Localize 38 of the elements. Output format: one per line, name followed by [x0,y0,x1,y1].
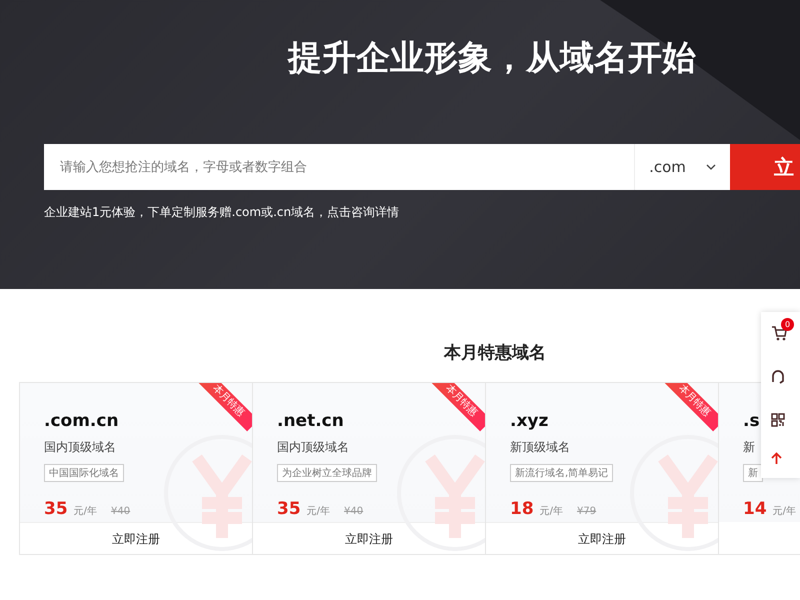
domain-name: .net.cn [277,411,344,431]
cart-count-badge: 0 [781,318,794,331]
price: 18 [510,499,534,519]
domain-tag: 中国国际化域名 [44,464,124,482]
domain-name: .com.cn [44,411,119,431]
yen-coin-icon [162,433,252,553]
price-unit: 元/年 [74,505,98,518]
banner-title: 提升企业形象，从域名开始 [288,37,696,80]
domain-type: 新顶级域名 [510,439,570,456]
domain-type: 国内顶级域名 [44,439,116,456]
domain-type: 新 [743,439,755,456]
price-unit: 元/年 [772,505,796,518]
headset-icon[interactable] [771,370,785,384]
original-price: ¥79 [577,506,596,517]
price: 35 [44,499,68,519]
chevron-icon [706,164,716,170]
domain-tag: 新 [743,464,763,482]
section-title: 本月特惠域名 [444,342,546,365]
domain-name: .xyz [510,411,548,431]
original-price: ¥40 [344,506,364,517]
yen-coin-icon [628,433,718,553]
suffix-dropdown[interactable]: .com [634,144,730,190]
price-unit: 元/年 [540,505,564,518]
price: 14 [743,499,767,519]
domain-type: 国内顶级域名 [277,439,349,456]
search-button[interactable]: 立 [730,144,800,190]
domain-tag: 为企业树立全球品牌 [277,464,377,482]
price-unit: 元/年 [306,505,330,518]
back-to-top-icon[interactable] [771,452,782,464]
promo-note: 企业建站1元体验，下单定制服务赠.com或.cn域名，点击咨询详情 [44,204,400,221]
original-price: ¥40 [111,506,130,517]
qr-code-icon[interactable] [771,412,785,426]
cart-icon[interactable] [771,326,787,341]
yen-coin-icon [395,433,485,553]
domain-name: .s [743,411,760,431]
domain-tag: 新流行域名,简单易记 [510,464,614,482]
price: 35 [277,499,301,519]
domain-search-field[interactable]: 请输入您想抢注的域名，字母或者数字组合 [44,144,634,190]
